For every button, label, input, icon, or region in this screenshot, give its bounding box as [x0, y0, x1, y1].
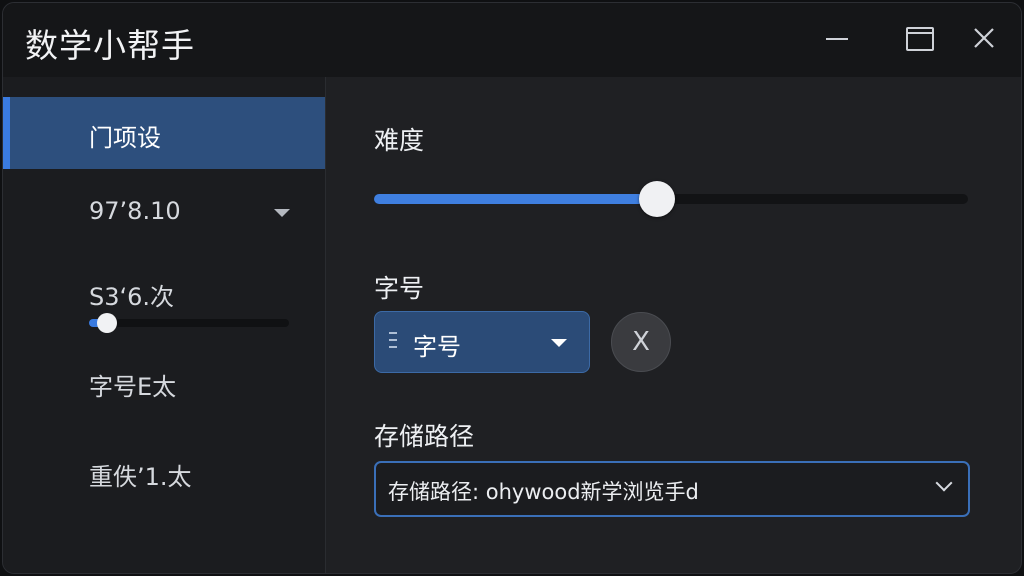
app-title: 数学小帮手	[25, 26, 195, 65]
drag-handle-icon	[389, 332, 397, 352]
settings-panel: 难度 字号 字号 X 存储路径 存储路径: ohywood新学浏览手d	[326, 77, 1021, 573]
sidebar-slider[interactable]	[89, 313, 289, 333]
minimize-button[interactable]	[815, 21, 855, 57]
sidebar-item-label: 门项设	[89, 124, 161, 152]
difficulty-slider[interactable]	[374, 181, 968, 217]
font-size-select[interactable]: 字号	[374, 311, 590, 373]
sidebar-item-5[interactable]: 重佚’1.太	[3, 453, 325, 493]
sidebar-item-4[interactable]: 字号E太	[3, 363, 325, 403]
sidebar-item-label: 重佚’1.太	[89, 463, 192, 491]
close-icon	[974, 28, 994, 48]
difficulty-slider-knob[interactable]	[639, 181, 676, 217]
storage-path-label: 存储路径	[374, 422, 475, 451]
sidebar: 门项设 97’8.10 S3‘6.次 字号E太 重佚’1.太	[3, 77, 326, 573]
sidebar-item-2[interactable]: 97’8.10	[3, 193, 325, 233]
storage-path-value: 存储路径: ohywood新学浏览手d	[388, 480, 699, 504]
app-window: 数学小帮手 门项设 97’8.10 S3‘6.次 字号E太 重佚’1.太 难度 …	[2, 2, 1022, 574]
sidebar-slider-track	[89, 319, 289, 327]
difficulty-slider-fill	[374, 194, 658, 204]
sidebar-item-label: S3‘6.次	[89, 283, 175, 311]
sidebar-item-label: 97’8.10	[89, 197, 181, 225]
storage-path-field[interactable]: 存储路径: ohywood新学浏览手d	[374, 461, 970, 517]
sidebar-item-1[interactable]: 门项设	[3, 97, 325, 169]
title-bar: 数学小帮手	[3, 3, 1021, 77]
chevron-down-icon[interactable]	[274, 209, 290, 217]
close-button[interactable]	[964, 21, 1004, 57]
sidebar-item-label: 字号E太	[89, 373, 177, 401]
minimize-icon	[826, 38, 848, 40]
maximize-button[interactable]	[899, 21, 939, 57]
font-size-label: 字号	[374, 274, 425, 303]
chevron-down-icon	[551, 339, 567, 347]
sidebar-item-3[interactable]: S3‘6.次	[3, 273, 325, 313]
clear-button[interactable]: X	[611, 312, 671, 372]
difficulty-label: 难度	[374, 126, 425, 155]
font-size-selected-value: 字号	[413, 333, 461, 361]
sidebar-slider-knob[interactable]	[97, 313, 117, 333]
maximize-icon	[906, 27, 934, 51]
chevron-down-icon[interactable]	[935, 474, 953, 492]
